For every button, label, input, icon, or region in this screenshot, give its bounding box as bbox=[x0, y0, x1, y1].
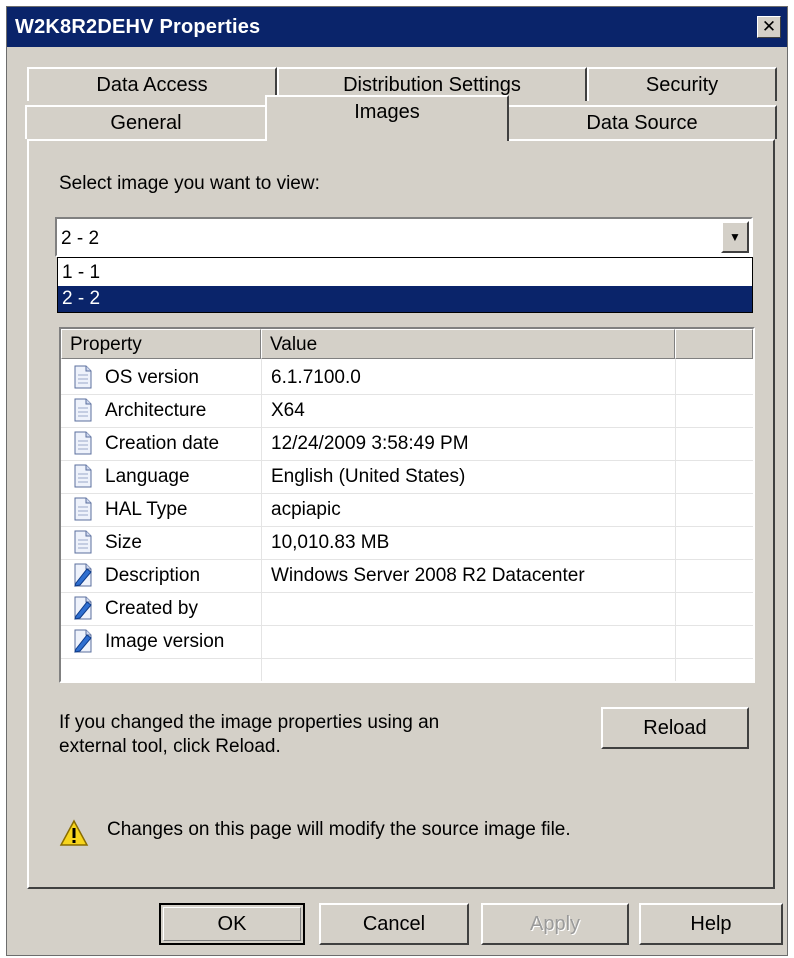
table-row[interactable]: Size 10,010.83 MB bbox=[61, 526, 753, 560]
tab-label: Data Access bbox=[96, 74, 208, 96]
editable-icon bbox=[74, 629, 92, 653]
table-row[interactable]: Description Windows Server 2008 R2 Datace… bbox=[61, 559, 753, 593]
property-name: Architecture bbox=[105, 400, 207, 421]
property-name: Created by bbox=[105, 598, 198, 619]
reload-note-line-2: external tool, click Reload. bbox=[59, 736, 281, 757]
editable-icon bbox=[74, 563, 92, 587]
tab-label: Data Source bbox=[586, 112, 698, 134]
property-value: acpiapic bbox=[271, 499, 341, 520]
property-value: Windows Server 2008 R2 Datacenter bbox=[271, 565, 585, 586]
warning-icon bbox=[59, 819, 89, 846]
reload-note: If you changed the image properties usin… bbox=[59, 711, 439, 759]
property-value: 10,010.83 MB bbox=[271, 532, 390, 553]
table-row[interactable]: HAL Type acpiapic bbox=[61, 493, 753, 527]
close-icon: ✕ bbox=[761, 17, 777, 36]
document-icon bbox=[74, 431, 92, 455]
tab-general[interactable]: General bbox=[25, 105, 267, 139]
document-icon bbox=[74, 464, 92, 488]
table-row[interactable]: Language English (United States) bbox=[61, 460, 753, 494]
title-bar[interactable]: W2K8R2DEHV Properties ✕ bbox=[7, 7, 787, 47]
close-button[interactable]: ✕ bbox=[757, 16, 781, 38]
column-header-property[interactable]: Property bbox=[61, 329, 261, 359]
document-icon bbox=[74, 530, 92, 554]
property-name: Size bbox=[105, 532, 142, 553]
help-button[interactable]: Help bbox=[639, 903, 783, 945]
properties-list[interactable]: Property Value OS version 6.1.7100.0 Archi… bbox=[59, 327, 755, 683]
table-row[interactable]: Creation date 12/24/2009 3:58:49 PM bbox=[61, 427, 753, 461]
apply-button[interactable]: Apply bbox=[481, 903, 629, 945]
document-icon bbox=[74, 398, 92, 422]
column-header-filler bbox=[675, 329, 753, 359]
dialog-title: W2K8R2DEHV Properties bbox=[15, 16, 261, 38]
document-icon bbox=[74, 497, 92, 521]
tab-data-source[interactable]: Data Source bbox=[507, 105, 777, 139]
cancel-button[interactable]: Cancel bbox=[319, 903, 469, 945]
table-row[interactable]: Created by bbox=[61, 592, 753, 626]
property-name: Creation date bbox=[105, 433, 220, 454]
tab-label: Distribution Settings bbox=[343, 74, 521, 96]
image-select[interactable]: 2 - 2 ▼ bbox=[55, 217, 753, 257]
property-name: HAL Type bbox=[105, 499, 188, 520]
table-row[interactable]: OS version 6.1.7100.0 bbox=[61, 361, 753, 395]
property-value: 6.1.7100.0 bbox=[271, 367, 361, 388]
property-name: Language bbox=[105, 466, 190, 487]
table-row[interactable]: Image version bbox=[61, 625, 753, 659]
image-option-1[interactable]: 1 - 1 bbox=[58, 260, 752, 286]
property-name: Image version bbox=[105, 631, 225, 652]
image-select-value: 2 - 2 bbox=[61, 228, 100, 249]
tab-images[interactable]: Images bbox=[265, 95, 509, 141]
tab-label: Images bbox=[354, 101, 420, 123]
property-name: OS version bbox=[105, 367, 199, 388]
property-name: Description bbox=[105, 565, 201, 586]
column-header-value[interactable]: Value bbox=[261, 329, 675, 359]
image-option-2[interactable]: 2 - 2 bbox=[58, 286, 752, 312]
ok-button[interactable]: OK bbox=[159, 903, 305, 945]
table-row[interactable]: Architecture X64 bbox=[61, 394, 753, 428]
property-value: English (United States) bbox=[271, 466, 466, 487]
tab-label: Security bbox=[645, 74, 719, 96]
reload-button[interactable]: Reload bbox=[601, 707, 749, 749]
editable-icon bbox=[74, 596, 92, 620]
image-dropdown-list: 1 - 1 2 - 2 bbox=[57, 257, 753, 313]
tab-label: General bbox=[110, 112, 182, 134]
properties-dialog: W2K8R2DEHV Properties ✕ Data Access Dist… bbox=[6, 6, 788, 956]
property-value: X64 bbox=[271, 400, 305, 421]
tab-security[interactable]: Security bbox=[587, 67, 777, 101]
tab-data-access[interactable]: Data Access bbox=[27, 67, 277, 101]
document-icon bbox=[74, 365, 92, 389]
select-image-label: Select image you want to view: bbox=[59, 173, 320, 194]
property-value: 12/24/2009 3:58:49 PM bbox=[271, 433, 469, 454]
chevron-down-icon: ▼ bbox=[729, 230, 741, 244]
warning-text: Changes on this page will modify the sou… bbox=[107, 819, 571, 840]
reload-note-line-1: If you changed the image properties usin… bbox=[59, 712, 440, 733]
dropdown-arrow-button[interactable]: ▼ bbox=[721, 221, 749, 253]
